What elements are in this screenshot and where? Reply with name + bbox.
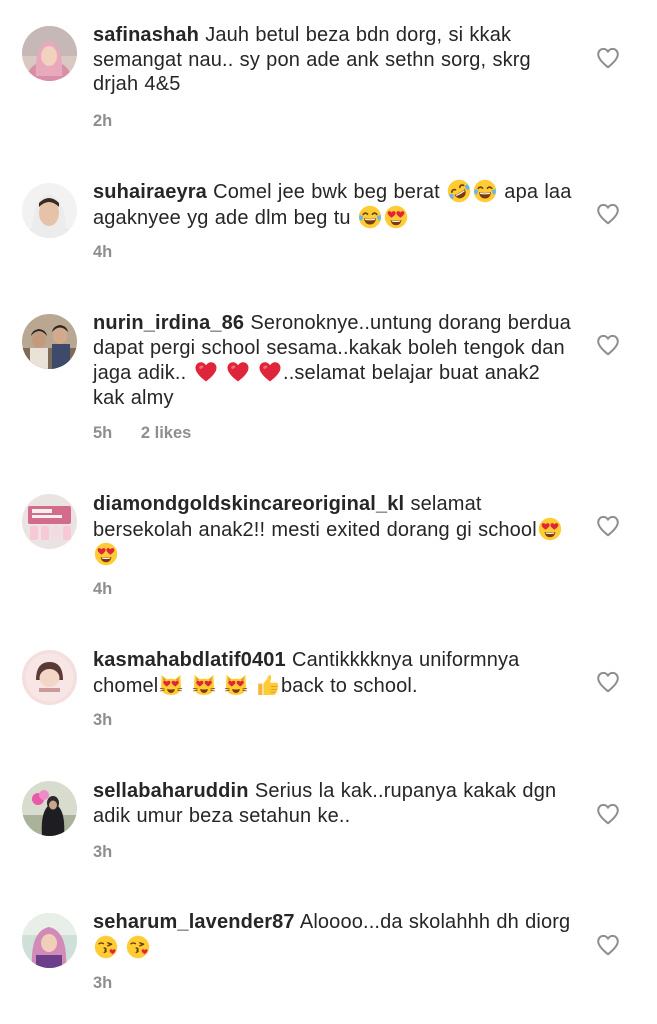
comment-meta: 3h (93, 711, 112, 730)
like-button[interactable] (596, 803, 620, 825)
smiling-face-with-heart-eyes-emoji (94, 542, 118, 566)
smiling-cat-with-heart-eyes-emoji (159, 673, 183, 697)
comment-text: diamondgoldskincareoriginal_kl selamat b… (93, 492, 573, 568)
red-heart-emoji (194, 360, 218, 384)
comment-text: kasmahabdlatif0401 Cantikkkknya uniformn… (93, 648, 573, 698)
heart-outline-icon (596, 803, 620, 825)
comment-meta: 2h (93, 112, 112, 131)
comment-meta: 4h (93, 580, 112, 599)
comment-text: seharum_lavender87 Aloooo...da skolahhh … (93, 910, 573, 960)
avatar[interactable] (22, 913, 77, 968)
like-button[interactable] (596, 47, 620, 69)
comment-time: 3h (93, 974, 113, 992)
comment-username[interactable]: seharum_lavender87 (93, 911, 295, 933)
smiling-cat-with-heart-eyes-emoji (192, 673, 216, 697)
smiling-face-with-heart-eyes-emoji (538, 517, 562, 541)
face-blowing-a-kiss-emoji (126, 935, 150, 959)
comment-text: suhairaeyra Comel jee bwk beg berat apa … (93, 179, 573, 230)
avatar[interactable] (22, 650, 77, 705)
red-heart-emoji (226, 360, 250, 384)
heart-outline-icon (596, 934, 620, 956)
comment-username[interactable]: kasmahabdlatif0401 (93, 649, 286, 671)
heart-outline-icon (596, 47, 620, 69)
heart-outline-icon (596, 671, 620, 693)
red-heart-emoji (258, 360, 282, 384)
avatar[interactable] (22, 314, 77, 369)
comment-time: 2h (93, 112, 113, 130)
comment-time: 4h (93, 580, 113, 598)
heart-outline-icon (596, 515, 620, 537)
comment-meta: 3h (93, 843, 112, 862)
comment-likes-count[interactable]: 2 likes (141, 424, 191, 442)
comment-meta: 5h 2 likes (93, 424, 191, 443)
comment-username[interactable]: diamondgoldskincareoriginal_kl (93, 493, 404, 515)
comment-time: 3h (93, 711, 113, 729)
comment-text: nurin_irdina_86 Seronoknye..untung doran… (93, 311, 573, 410)
comment-body: Comel jee bwk beg berat (213, 181, 440, 203)
smiling-cat-with-heart-eyes-emoji (224, 673, 248, 697)
comment-body: Aloooo...da skolahhh dh diorg (299, 911, 571, 933)
like-button[interactable] (596, 934, 620, 956)
face-with-tears-of-joy-emoji (473, 179, 497, 203)
rolling-on-floor-laughing-emoji (447, 179, 471, 203)
like-button[interactable] (596, 515, 620, 537)
comment-body: back to school. (281, 674, 418, 697)
comment-meta: 4h (93, 243, 112, 262)
comment-time: 5h (93, 424, 113, 442)
like-button[interactable] (596, 203, 620, 225)
comment-username[interactable]: sellabaharuddin (93, 780, 249, 802)
comment-text: sellabaharuddin Serius la kak..rupanya k… (93, 779, 573, 828)
avatar[interactable] (22, 494, 77, 549)
face-blowing-a-kiss-emoji (94, 935, 118, 959)
heart-outline-icon (596, 203, 620, 225)
like-button[interactable] (596, 334, 620, 356)
avatar[interactable] (22, 781, 77, 836)
heart-outline-icon (596, 334, 620, 356)
face-with-tears-of-joy-emoji (358, 205, 382, 229)
avatar[interactable] (22, 183, 77, 238)
comment-username[interactable]: nurin_irdina_86 (93, 312, 244, 334)
comment-time: 3h (93, 843, 113, 861)
thumbs-up-emoji (256, 673, 280, 697)
smiling-face-with-heart-eyes-emoji (384, 205, 408, 229)
comment-time: 4h (93, 243, 113, 261)
comment-meta: 3h (93, 974, 112, 993)
comment-text: safinashah Jauh betul beza bdn dorg, si … (93, 23, 573, 97)
comment-username[interactable]: suhairaeyra (93, 181, 207, 203)
like-button[interactable] (596, 671, 620, 693)
avatar[interactable] (22, 26, 77, 81)
comment-username[interactable]: safinashah (93, 24, 199, 46)
